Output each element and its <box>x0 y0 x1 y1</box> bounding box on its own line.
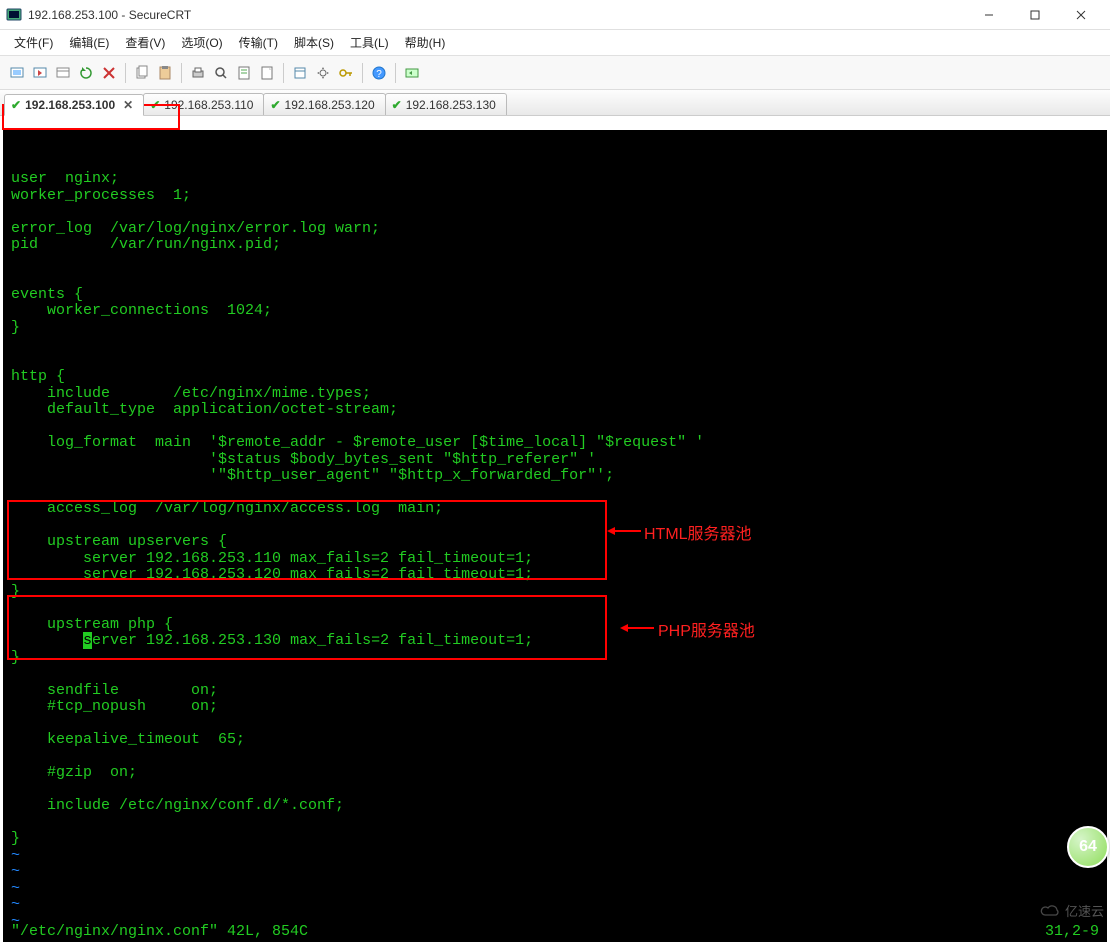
watermark: 亿速云 <box>1039 901 1104 920</box>
session-tab[interactable]: ✔ 192.168.253.120 <box>263 93 385 115</box>
check-icon: ✔ <box>11 98 21 112</box>
toolbar-new-icon[interactable] <box>256 62 278 84</box>
status-file: "/etc/nginx/nginx.conf" 42L, 854C <box>11 924 308 941</box>
tab-label: 192.168.253.110 <box>164 98 253 112</box>
menu-edit[interactable]: 编辑(E) <box>61 31 117 54</box>
session-tab[interactable]: ✔ 192.168.253.130 <box>385 93 507 115</box>
session-tab-active[interactable]: ✔ 192.168.253.100 ✕ <box>4 94 144 116</box>
window-title: 192.168.253.100 - SecureCRT <box>28 8 966 22</box>
tab-label: 192.168.253.120 <box>285 98 375 112</box>
check-icon: ✔ <box>270 98 280 112</box>
menu-script[interactable]: 脚本(S) <box>286 31 342 54</box>
menu-view[interactable]: 查看(V) <box>117 31 173 54</box>
toolbar-paste-icon[interactable] <box>154 62 176 84</box>
maximize-button[interactable] <box>1012 0 1058 30</box>
close-icon[interactable]: ✕ <box>123 98 133 112</box>
toolbar-help-icon[interactable]: ? <box>368 62 390 84</box>
svg-text:?: ? <box>376 69 382 80</box>
toolbar-separator <box>125 63 126 83</box>
menu-transfer[interactable]: 传输(T) <box>231 31 286 54</box>
menu-options[interactable]: 选项(O) <box>173 31 230 54</box>
tab-label: 192.168.253.130 <box>406 98 496 112</box>
app-icon <box>6 7 22 23</box>
vim-status-line: "/etc/nginx/nginx.conf" 42L, 854C 31,2-9 <box>11 924 1099 941</box>
toolbar-copy-icon[interactable] <box>131 62 153 84</box>
check-icon: ✔ <box>392 98 402 112</box>
session-tab[interactable]: ✔ 192.168.253.110 <box>143 93 264 115</box>
toolbar-properties-icon[interactable] <box>289 62 311 84</box>
toolbar-session-icon[interactable] <box>52 62 74 84</box>
tab-bar: ✔ 192.168.253.100 ✕ ✔ 192.168.253.110 ✔ … <box>0 90 1110 116</box>
menu-help[interactable]: 帮助(H) <box>397 31 454 54</box>
toolbar-separator <box>283 63 284 83</box>
toolbar-reconnect-icon[interactable] <box>75 62 97 84</box>
toolbar-log-icon[interactable] <box>233 62 255 84</box>
status-position: 31,2-9 <box>1045 924 1099 941</box>
minimize-button[interactable] <box>966 0 1012 30</box>
toolbar-separator <box>395 63 396 83</box>
badge-64[interactable]: 64 <box>1067 826 1109 868</box>
toolbar-disconnect-icon[interactable] <box>98 62 120 84</box>
menu-bar: 文件(F) 编辑(E) 查看(V) 选项(O) 传输(T) 脚本(S) 工具(L… <box>0 30 1110 56</box>
toolbar-find-icon[interactable] <box>210 62 232 84</box>
toolbar: ? <box>0 56 1110 90</box>
tab-label: 192.168.253.100 <box>25 98 115 112</box>
toolbar-sftp-icon[interactable] <box>401 62 423 84</box>
menu-tools[interactable]: 工具(L) <box>342 31 397 54</box>
toolbar-separator <box>181 63 182 83</box>
toolbar-key-icon[interactable] <box>335 62 357 84</box>
terminal-output[interactable]: user nginx;worker_processes 1; error_log… <box>3 130 1107 942</box>
toolbar-options-icon[interactable] <box>312 62 334 84</box>
toolbar-quick-connect-icon[interactable] <box>29 62 51 84</box>
toolbar-connect-icon[interactable] <box>6 62 28 84</box>
window-controls <box>966 0 1104 30</box>
close-button[interactable] <box>1058 0 1104 30</box>
title-bar: 192.168.253.100 - SecureCRT <box>0 0 1110 30</box>
check-icon: ✔ <box>150 98 160 112</box>
menu-file[interactable]: 文件(F) <box>6 31 61 54</box>
toolbar-separator <box>362 63 363 83</box>
toolbar-print-icon[interactable] <box>187 62 209 84</box>
